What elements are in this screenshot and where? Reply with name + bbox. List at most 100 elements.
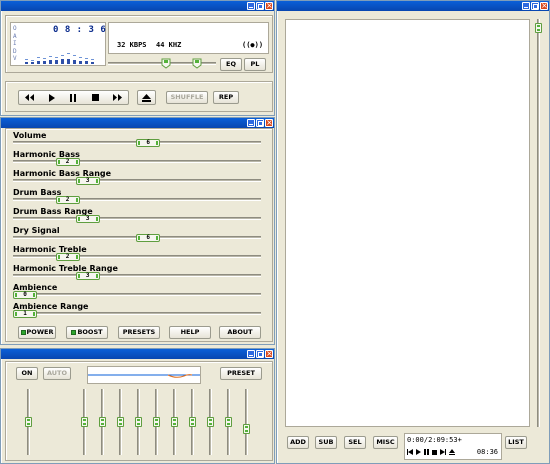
mini-next-icon[interactable] [440,449,446,455]
sub-button[interactable]: SUB [315,436,337,449]
playlist-track-list[interactable] [285,19,530,427]
dsp-slider-thumb[interactable]: 1 [13,310,37,318]
maximize-icon[interactable] [256,350,264,358]
mini-stop-icon[interactable] [432,449,437,455]
minimize-icon[interactable] [247,119,255,127]
eq-preset-button[interactable]: PRESET [220,367,262,380]
status-letters: O A I D V [13,25,17,62]
player-titlebar[interactable] [1,1,274,11]
playlist-titlebar[interactable] [277,1,549,11]
dsp-slider-track[interactable] [13,160,261,163]
equalizer-titlebar[interactable] [1,349,274,359]
power-led [20,330,26,335]
close-icon[interactable] [265,119,273,127]
bitrate-readout: 32 KBPS [117,41,147,49]
previous-icon[interactable] [19,91,41,104]
eq-band-slider-thumb[interactable] [243,423,250,434]
stereo-indicator: ((●)) [242,41,264,49]
repeat-button[interactable]: REP [213,91,239,104]
close-icon[interactable] [540,2,548,10]
dsp-slider-thumb[interactable]: 2 [55,253,80,261]
dsp-slider-track[interactable] [13,198,261,201]
volume-slider-track[interactable] [108,62,188,65]
eq-band-slider-thumb[interactable] [99,417,106,427]
playlist-scrollbar-track[interactable] [537,19,540,427]
shuffle-button[interactable]: SHUFFLE [166,91,208,104]
playlist-toggle-button[interactable]: PL [244,58,266,71]
eq-band-slider-thumb[interactable] [153,417,160,427]
about-button[interactable]: ABOUT [219,326,261,339]
eq-on-button[interactable]: ON [16,367,38,380]
dsp-slider-thumb[interactable]: 3 [75,215,100,223]
power-button[interactable]: POWER [18,326,56,339]
song-info-display: 32 KBPS 44 KHZ ((●)) [108,22,269,54]
eq-band-slider-thumb[interactable] [225,417,232,427]
dsp-slider-track[interactable] [13,312,261,315]
boost-led [71,330,77,335]
dsp-slider-thumb[interactable]: 6 [136,139,161,147]
mini-clock-readout: 08:36 [476,448,498,456]
eq-band-slider-thumb[interactable] [171,417,178,427]
stop-icon[interactable] [84,91,106,104]
mini-eject-icon[interactable] [449,449,455,455]
mini-play-icon[interactable] [416,449,421,455]
playlist-window: ADD SUB SEL MISC 0:00/2:09:53+ 08:36 LIS… [276,0,550,464]
time-readout[interactable]: 0 8 : 3 6 [53,25,106,35]
volume-slider-thumb[interactable] [161,58,171,69]
dsp-slider-track[interactable] [13,217,261,220]
add-button[interactable]: ADD [287,436,309,449]
time-display: O A I D V 0 8 : 3 6 [10,22,106,66]
dsp-slider-track[interactable] [13,179,261,182]
sel-button[interactable]: SEL [344,436,366,449]
eq-band-slider-thumb[interactable] [189,417,196,427]
boost-button[interactable]: BOOST [66,326,108,339]
eq-band-slider-thumb[interactable] [207,417,214,427]
dsp-slider-track[interactable] [13,274,261,277]
misc-button[interactable]: MISC [373,436,398,449]
dsp-slider-thumb[interactable]: 2 [55,158,80,166]
presets-button[interactable]: PRESETS [118,326,160,339]
balance-slider-thumb[interactable] [192,58,202,69]
help-button[interactable]: HELP [169,326,211,339]
dsp-slider-track[interactable] [13,255,261,258]
eq-band-slider-thumb[interactable] [81,417,88,427]
playlist-scrollbar-thumb[interactable] [535,23,542,33]
close-icon[interactable] [265,2,273,10]
dsp-slider-label: Drum Bass [13,188,62,197]
close-icon[interactable] [265,350,273,358]
dsp-slider-thumb[interactable]: 2 [55,196,80,204]
playlist-scrollbar[interactable] [534,19,543,427]
mini-transport [407,449,455,455]
eq-toggle-button[interactable]: EQ [220,58,242,71]
eject-icon[interactable] [137,90,156,105]
player-window: O A I D V 0 8 : 3 6 [0,0,275,116]
dsp-window: Volume6Harmonic Bass2Harmonic Bass Range… [0,117,275,345]
eq-auto-button[interactable]: AUTO [43,367,71,380]
dsp-slider-thumb[interactable]: 3 [75,177,100,185]
list-button[interactable]: LIST [505,436,527,449]
maximize-icon[interactable] [531,2,539,10]
maximize-icon[interactable] [256,119,264,127]
spectrum-visualizer[interactable] [23,45,103,65]
dsp-slider-thumb[interactable]: 0 [13,291,37,299]
eq-curve-graph [88,374,200,378]
eq-band-slider-thumb[interactable] [135,417,142,427]
minimize-icon[interactable] [522,2,530,10]
dsp-titlebar[interactable] [1,118,274,128]
mini-pause-icon[interactable] [424,449,429,455]
mini-previous-icon[interactable] [407,449,413,455]
minimize-icon[interactable] [247,2,255,10]
eq-preamp-slider-thumb[interactable] [25,417,32,427]
eq-curve-display [87,366,201,384]
dsp-slider-thumb[interactable]: 6 [136,234,161,242]
maximize-icon[interactable] [256,2,264,10]
mini-display: 0:00/2:09:53+ 08:36 [404,433,502,460]
pause-icon[interactable] [63,91,85,104]
minimize-icon[interactable] [247,350,255,358]
play-icon[interactable] [41,91,63,104]
dsp-slider-thumb[interactable]: 3 [75,272,100,280]
next-icon[interactable] [106,91,128,104]
dsp-slider-track[interactable] [13,293,261,296]
eq-band-slider-thumb[interactable] [117,417,124,427]
eq-band-slider-track[interactable] [245,389,248,455]
